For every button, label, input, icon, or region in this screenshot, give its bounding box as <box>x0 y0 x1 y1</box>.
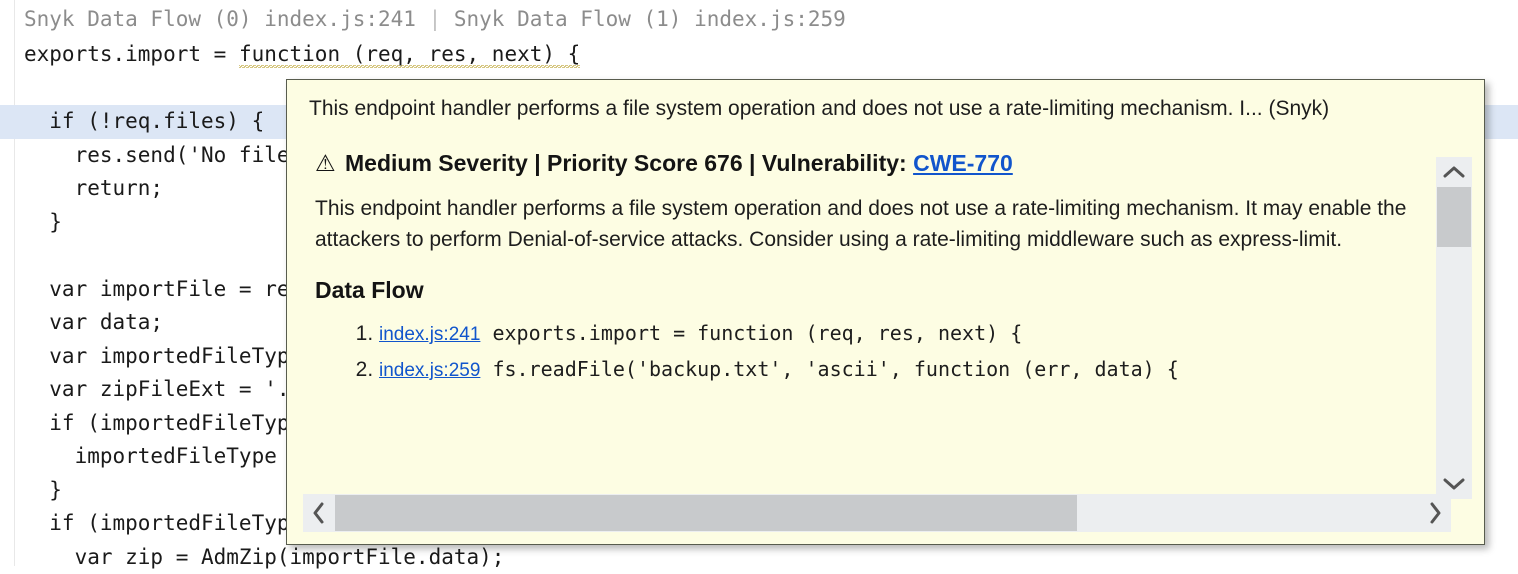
cwe-link[interactable]: CWE-770 <box>913 150 1013 176</box>
data-flow-code: exports.import = function (req, res, nex… <box>480 321 1022 345</box>
data-flow-heading: Data Flow <box>315 277 1425 304</box>
breadcrumb: Snyk Data Flow (0) index.js:241 | Snyk D… <box>24 4 846 34</box>
scroll-up-icon[interactable] <box>1436 157 1472 187</box>
data-flow-list: index.js:241 exports.import = function (… <box>315 316 1425 388</box>
code-line[interactable]: var zip = AdmZip(importFile.data); <box>0 541 1518 574</box>
hover-popup-body: ⚠ Medium Severity | Priority Score 676 |… <box>287 137 1447 494</box>
warning-icon: ⚠ <box>315 150 336 176</box>
data-flow-item: index.js:241 exports.import = function (… <box>379 316 1425 352</box>
code-line[interactable]: exports.import = function (req, res, nex… <box>0 38 1518 72</box>
vertical-scrollbar[interactable] <box>1436 157 1472 499</box>
horizontal-scroll-thumb[interactable] <box>335 495 1077 531</box>
data-flow-code: fs.readFile('backup.txt', 'ascii', funct… <box>480 357 1178 381</box>
severity-line: ⚠ Medium Severity | Priority Score 676 |… <box>315 150 1425 177</box>
data-flow-item: index.js:259 fs.readFile('backup.txt', '… <box>379 352 1425 388</box>
scroll-left-icon[interactable] <box>303 494 335 532</box>
breadcrumb-separator: | <box>416 7 454 31</box>
scroll-right-icon[interactable] <box>1419 494 1451 532</box>
error-squiggle: function (req, res, next) { <box>239 42 580 68</box>
breadcrumb-item-dataflow-1[interactable]: Snyk Data Flow (1) index.js:259 <box>454 7 846 31</box>
hover-popup-header: This endpoint handler performs a file sy… <box>287 80 1484 137</box>
breadcrumb-item-dataflow-0[interactable]: Snyk Data Flow (0) index.js:241 <box>24 7 416 31</box>
hover-popup-header-text: This endpoint handler performs a file sy… <box>309 97 1329 121</box>
vulnerability-description: This endpoint handler performs a file sy… <box>315 193 1425 255</box>
snyk-hover-popup[interactable]: This endpoint handler performs a file sy… <box>286 79 1485 545</box>
data-flow-location-link[interactable]: index.js:241 <box>379 324 480 345</box>
data-flow-location-link[interactable]: index.js:259 <box>379 360 480 381</box>
vertical-scroll-thumb[interactable] <box>1437 187 1471 247</box>
horizontal-scrollbar[interactable] <box>303 494 1451 532</box>
severity-text: Medium Severity | Priority Score 676 | V… <box>339 150 913 176</box>
